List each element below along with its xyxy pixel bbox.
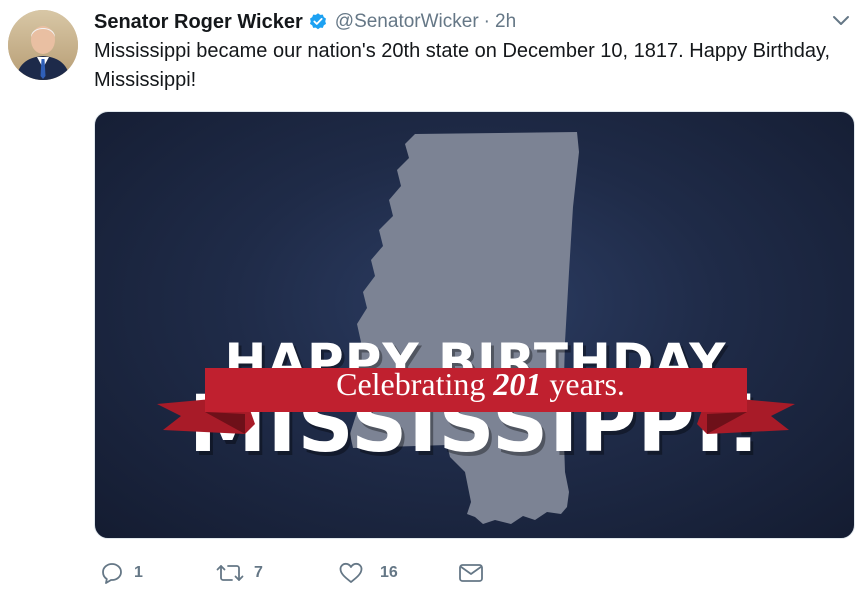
verified-badge-icon	[308, 12, 328, 32]
reply-icon	[100, 561, 124, 585]
tweet-header: Senator Roger Wicker @SenatorWicker · 2h	[94, 9, 516, 35]
avatar[interactable]	[8, 10, 78, 80]
user-handle[interactable]: @SenatorWicker	[335, 11, 479, 33]
tweet-timestamp[interactable]: 2h	[495, 11, 516, 33]
reply-button[interactable]: 1	[100, 557, 143, 589]
display-name[interactable]: Senator Roger Wicker	[94, 11, 303, 34]
reply-count: 1	[134, 564, 143, 581]
tweet-media-image[interactable]: HAPPY BIRTHDAY MISSISSIPPI! Celebrating …	[94, 111, 855, 539]
banner-caption: Celebrating 201 years.	[336, 366, 625, 402]
direct-message-button[interactable]	[458, 557, 484, 589]
heart-icon	[338, 561, 364, 585]
retweet-button[interactable]: 7	[216, 557, 263, 589]
like-count: 16	[380, 564, 398, 581]
retweet-count: 7	[254, 564, 263, 581]
chevron-down-icon[interactable]	[830, 10, 852, 32]
separator-dot: ·	[483, 11, 490, 32]
envelope-icon	[458, 561, 484, 585]
tweet: Senator Roger Wicker @SenatorWicker · 2h…	[0, 0, 866, 592]
ribbon-banner	[157, 368, 795, 434]
tweet-actions: 1 7 16	[94, 557, 854, 589]
tweet-text: Mississippi became our nation's 20th sta…	[94, 40, 831, 91]
avatar-image	[8, 10, 78, 80]
like-button[interactable]: 16	[338, 557, 398, 589]
retweet-icon	[216, 561, 244, 585]
